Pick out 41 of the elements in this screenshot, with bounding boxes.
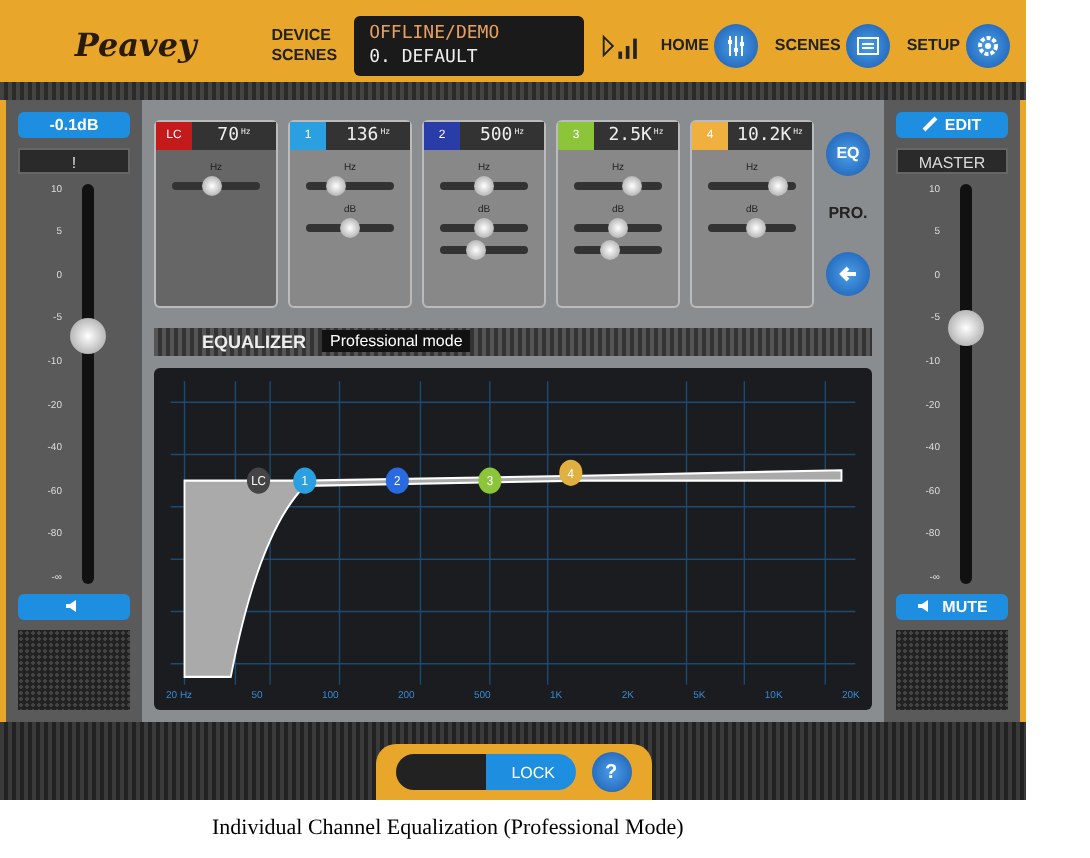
equalizer-mode: Professional mode	[322, 330, 471, 353]
slider-knob[interactable]	[474, 175, 494, 196]
slider-knob[interactable]	[746, 217, 767, 238]
scenes-label: SCENES	[271, 45, 338, 66]
slider-knob[interactable]	[326, 175, 347, 196]
speaker-grille	[18, 629, 130, 710]
logo: Peavey	[72, 26, 201, 65]
help-button[interactable]: ?	[591, 752, 631, 792]
fader-knob[interactable]	[948, 309, 984, 346]
slider-knob[interactable]	[474, 217, 494, 238]
back-button[interactable]	[826, 251, 870, 296]
slider-knob[interactable]	[599, 239, 620, 260]
speaker-grille	[896, 629, 1008, 710]
fader-knob[interactable]	[70, 317, 106, 354]
slider-knob[interactable]	[465, 239, 486, 260]
scene-name: 0. DEFAULT	[369, 45, 480, 70]
mode-label: PRO.	[828, 204, 868, 223]
slider-knob[interactable]	[201, 175, 222, 196]
sliders-icon	[724, 33, 749, 58]
eq-button[interactable]: EQ	[826, 131, 870, 176]
device-label: DEVICE	[271, 25, 333, 46]
gain-button[interactable]: -0.1dB	[18, 111, 130, 138]
channel-name: MASTER	[896, 147, 1008, 174]
arrow-left-icon	[838, 263, 858, 284]
slider-knob[interactable]	[621, 175, 642, 196]
slider-knob[interactable]	[340, 217, 360, 238]
equalizer-title: EQUALIZER	[202, 331, 307, 352]
list-icon	[856, 33, 881, 58]
lock-toggle[interactable]: LOCK	[395, 754, 575, 790]
slider-knob[interactable]	[608, 217, 628, 238]
status-text: OFFLINE/DEMO	[369, 21, 502, 46]
nav-button[interactable]: HOME	[660, 23, 759, 68]
nav-button[interactable]: SETUP	[906, 23, 1010, 68]
slider-knob[interactable]	[768, 175, 789, 196]
nav-button[interactable]: SCENES	[774, 23, 891, 68]
figure-caption: Individual Channel Equalization (Professional Mode)	[212, 816, 684, 840]
settings-icon	[975, 33, 1000, 58]
mute-button[interactable]: MUTE	[896, 593, 1008, 620]
mute-button[interactable]	[18, 593, 130, 620]
edit-button[interactable]: EDIT	[896, 111, 1008, 138]
channel-name: !	[18, 147, 130, 174]
